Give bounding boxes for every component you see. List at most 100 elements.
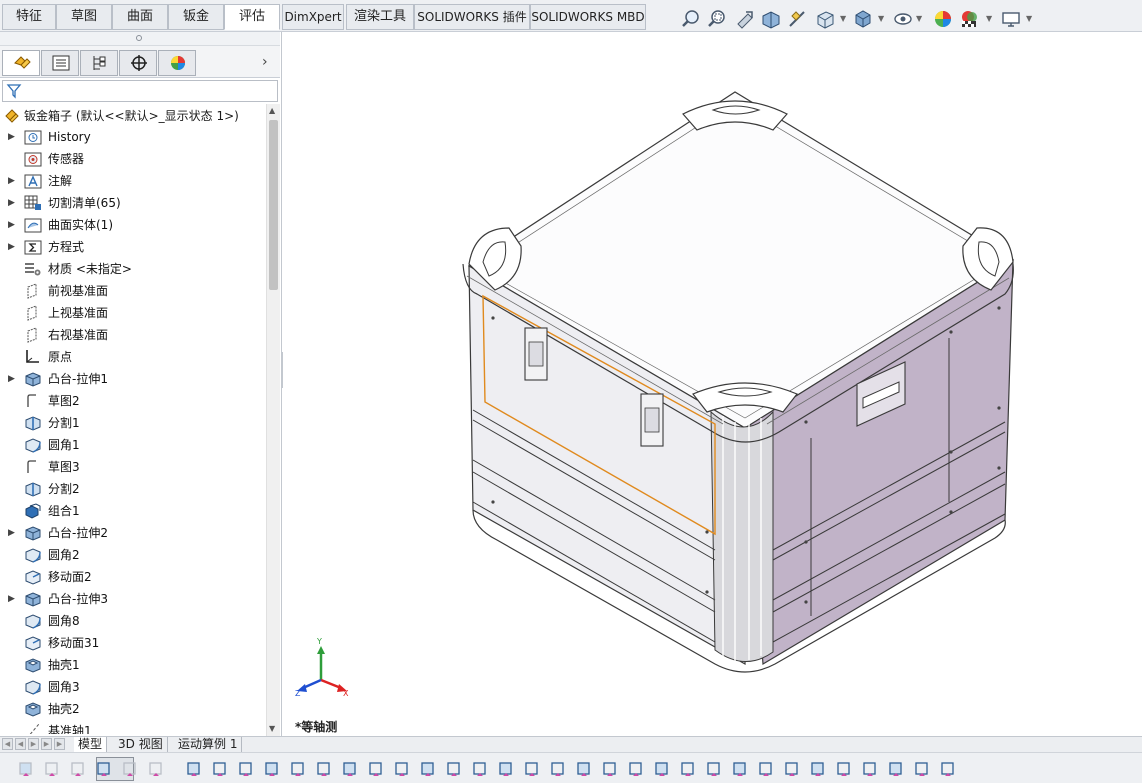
tab-3d-views[interactable]: 3D 视图 — [114, 737, 168, 752]
zoom-to-area-icon[interactable] — [706, 8, 728, 30]
apply-scene-icon[interactable] — [958, 8, 980, 30]
dynamic-annotation-views-icon[interactable] — [786, 8, 808, 30]
tree-item[interactable]: 组合1 — [0, 500, 266, 522]
filter-bar[interactable] — [2, 80, 278, 102]
tree-item[interactable]: 右视基准面 — [0, 324, 266, 346]
tree-item[interactable]: 抽壳2 — [0, 698, 266, 720]
tab-model[interactable]: 模型 — [74, 737, 108, 752]
tolerance-icon[interactable] — [522, 759, 542, 779]
expand-arrow-icon[interactable]: ▶ — [8, 170, 15, 192]
tab-dimxpert[interactable]: DimXpert — [282, 4, 344, 30]
configuration-manager-tab[interactable] — [80, 50, 118, 76]
target-icon[interactable] — [704, 759, 724, 779]
next-tab-icon[interactable]: ▶ — [28, 738, 39, 750]
text-icon[interactable] — [626, 759, 646, 779]
chevron-down-icon[interactable]: ▼ — [1026, 14, 1032, 23]
model-sheet-metal-box[interactable]: Y X Z — [283, 32, 1142, 736]
solid-body-icon[interactable] — [288, 759, 308, 779]
tab-surfaces[interactable]: 曲面 — [112, 4, 168, 30]
zoom-icon[interactable] — [600, 759, 620, 779]
bookmark-icon[interactable] — [912, 759, 932, 779]
coordinate-icon[interactable] — [470, 759, 490, 779]
expand-arrow-icon[interactable]: ▶ — [8, 192, 15, 214]
select-dropdown-icon[interactable] — [120, 759, 140, 779]
layer-icon[interactable] — [730, 759, 750, 779]
tab-evaluate[interactable]: 评估 — [224, 4, 280, 30]
previous-view-icon[interactable] — [734, 8, 756, 30]
scroll-up-icon[interactable]: ▲ — [269, 106, 275, 115]
tree-item[interactable]: ▶ 凸台-拉伸3 — [0, 588, 266, 610]
plane-face-icon[interactable] — [236, 759, 256, 779]
point-icon[interactable] — [184, 759, 204, 779]
chevron-down-icon[interactable]: ▼ — [840, 14, 846, 23]
filter-faces-icon[interactable] — [16, 759, 36, 779]
tab-render-tools[interactable]: 渲染工具 — [346, 4, 414, 30]
section-view-icon[interactable] — [760, 8, 782, 30]
axis-snap-icon[interactable] — [314, 759, 334, 779]
datum-icon[interactable] — [548, 759, 568, 779]
filter-edges-icon[interactable] — [42, 759, 62, 779]
tree-item[interactable]: 草图3 — [0, 456, 266, 478]
tree-item[interactable]: 圆角1 — [0, 434, 266, 456]
expand-arrow-icon[interactable]: ▶ — [8, 126, 15, 148]
tab-solidworks-addins[interactable]: SOLIDWORKS 插件 — [414, 4, 530, 30]
expand-arrow-icon[interactable]: ▶ — [8, 588, 15, 610]
chevron-down-icon[interactable]: ▼ — [986, 14, 992, 23]
feature-manager-tab[interactable] — [2, 50, 40, 76]
graphics-area[interactable]: Y X Z *等轴测 — [283, 32, 1142, 736]
tree-item[interactable]: 圆角8 — [0, 610, 266, 632]
view-orientation-icon[interactable] — [814, 8, 836, 30]
tree-scrollbar[interactable]: ▲ ▼ — [266, 104, 280, 736]
expand-arrow-icon[interactable]: ▶ — [8, 368, 15, 390]
sketch-corner-icon[interactable] — [366, 759, 386, 779]
dimension-icon[interactable] — [392, 759, 412, 779]
angle-icon[interactable] — [418, 759, 438, 779]
tree-item[interactable]: 传感器 — [0, 148, 266, 170]
scroll-thumb[interactable] — [269, 120, 278, 290]
tree-item[interactable]: 草图2 — [0, 390, 266, 412]
tree-item[interactable]: 移动面2 — [0, 566, 266, 588]
expand-arrow-icon[interactable]: ▶ — [8, 236, 15, 258]
tab-solidworks-mbd[interactable]: SOLIDWORKS MBD — [530, 4, 646, 30]
tree-item[interactable]: 上视基准面 — [0, 302, 266, 324]
scroll-tab-icon[interactable]: ▶ — [54, 738, 65, 750]
pin-icon[interactable] — [938, 759, 958, 779]
chevron-right-icon[interactable]: › — [262, 54, 268, 70]
tree-item[interactable]: ▶ History — [0, 126, 266, 148]
table-icon[interactable] — [834, 759, 854, 779]
tree-item[interactable]: 分割2 — [0, 478, 266, 500]
tree-item[interactable]: ▶ 注解 — [0, 170, 266, 192]
center-icon[interactable] — [444, 759, 464, 779]
tree-item[interactable]: 移动面31 — [0, 632, 266, 654]
tree-item[interactable]: ▶ 切割清单(65) — [0, 192, 266, 214]
snap-icon[interactable] — [860, 759, 880, 779]
display-manager-tab[interactable] — [158, 50, 196, 76]
tree-item[interactable]: ▶ 凸台-拉伸2 — [0, 522, 266, 544]
position-icon[interactable] — [808, 759, 828, 779]
tree-item[interactable]: ▶ 凸台-拉伸1 — [0, 368, 266, 390]
tree-item[interactable]: 原点 — [0, 346, 266, 368]
tree-item[interactable]: ▶ 方程式 — [0, 236, 266, 258]
tree-item[interactable]: 材质 <未指定> — [0, 258, 266, 280]
tab-sketch[interactable]: 草图 — [56, 4, 112, 30]
panel-collapse-grip[interactable] — [0, 32, 280, 46]
tree-item[interactable]: 圆角3 — [0, 676, 266, 698]
select-arrow-icon[interactable] — [94, 759, 114, 779]
expand-arrow-icon[interactable]: ▶ — [8, 214, 15, 236]
tab-features[interactable]: 特征 — [2, 4, 56, 30]
curve-icon[interactable] — [652, 759, 672, 779]
expand-arrow-icon[interactable]: ▶ — [8, 522, 15, 544]
tree-item[interactable]: 基准轴1 — [0, 720, 266, 734]
scroll-down-icon[interactable]: ▼ — [269, 724, 275, 733]
hatch-icon[interactable] — [678, 759, 698, 779]
tree-item[interactable]: ▶ 曲面实体(1) — [0, 214, 266, 236]
view-settings-icon[interactable] — [1000, 8, 1022, 30]
first-tab-icon[interactable]: ◀ — [2, 738, 13, 750]
chevron-down-icon[interactable]: ▼ — [916, 14, 922, 23]
tree-item[interactable]: 圆角2 — [0, 544, 266, 566]
tree-item[interactable]: 前视基准面 — [0, 280, 266, 302]
dimxpert-manager-tab[interactable] — [119, 50, 157, 76]
zoom-to-fit-icon[interactable] — [680, 8, 702, 30]
pie-icon[interactable] — [782, 759, 802, 779]
midpoint-icon[interactable] — [340, 759, 360, 779]
